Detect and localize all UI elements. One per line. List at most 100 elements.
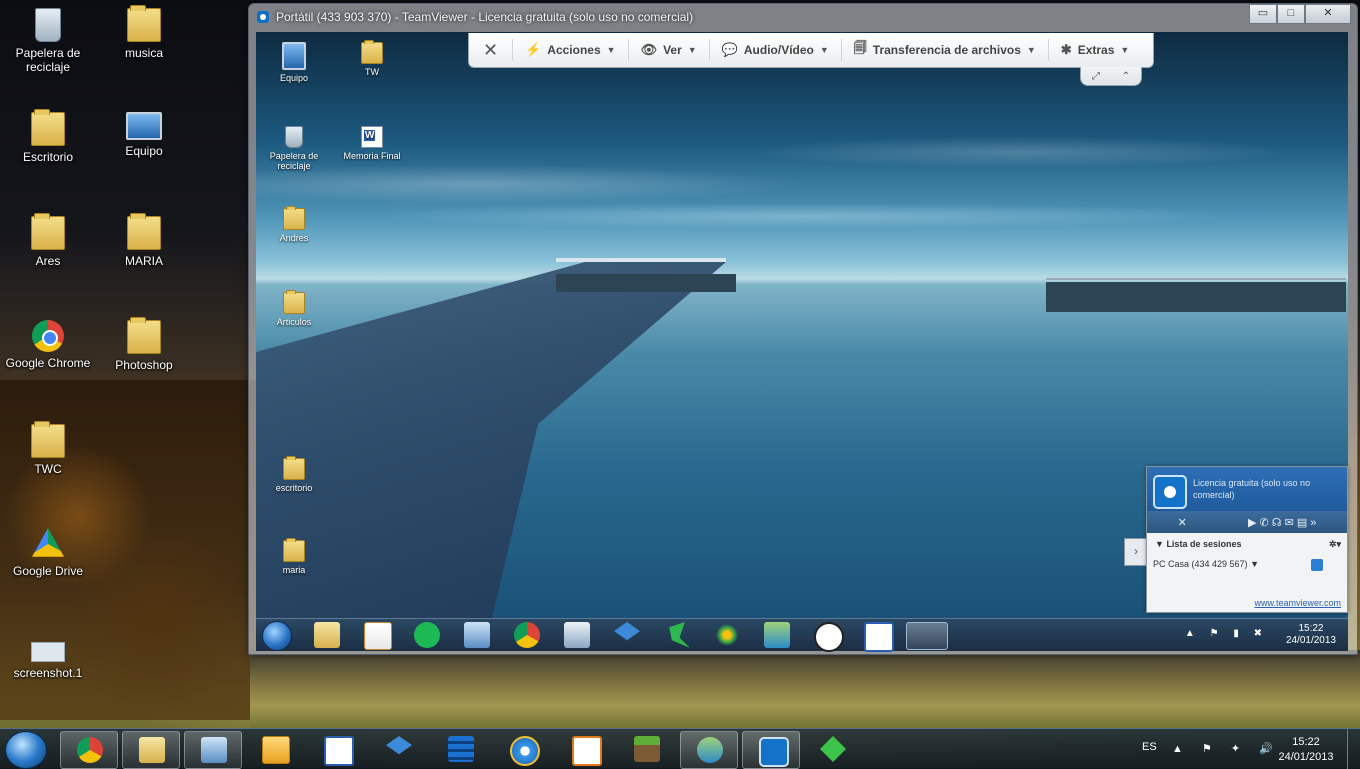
desktop-icon-google-chrome[interactable]: Google Chrome	[0, 320, 96, 370]
network-graph-icon[interactable]	[714, 622, 740, 648]
taskbar-media-player[interactable]	[556, 731, 612, 767]
window-titlebar[interactable]: Portátil (433 903 370) - TeamViewer - Li…	[249, 4, 1357, 30]
desktop-icon-photoshop[interactable]: Photoshop	[96, 317, 192, 372]
media-player-icon[interactable]	[364, 622, 392, 650]
chevron-down-icon: ▼	[1155, 539, 1164, 549]
panel-expand-button[interactable]: ›	[1124, 538, 1147, 566]
collapse-toolbar-icon[interactable]: ⌃	[1122, 71, 1130, 82]
spotify-icon[interactable]	[414, 622, 440, 648]
messenger-icon	[697, 737, 723, 763]
remote-icon-label: maria	[282, 565, 306, 575]
files-icon: 🗐	[853, 40, 867, 55]
show-desktop-button[interactable]	[1347, 729, 1360, 769]
remote-icon-label: Equipo	[279, 73, 309, 83]
remote-icon-maria[interactable]: maria	[258, 538, 330, 575]
close-window-button[interactable]: ✕	[1305, 4, 1351, 24]
taskbar-app-stack[interactable]	[432, 731, 488, 767]
menu-ver[interactable]: 👁 Ver ▼	[629, 39, 710, 61]
desktop-icon-twc[interactable]: TWC	[0, 421, 96, 476]
teamviewer-logo-icon	[1153, 475, 1187, 509]
system-tray-icons[interactable]: ▲ ⚑ ✦ 🔊	[1172, 742, 1281, 755]
fullscreen-icon[interactable]: ⤢	[1092, 71, 1100, 82]
cursor-icon[interactable]	[1310, 559, 1323, 571]
wallpaper-field	[250, 650, 1360, 730]
gear-icon[interactable]: ✲▾	[1329, 539, 1341, 550]
chevron-down-icon: ▼	[606, 45, 616, 55]
menu-transferencia-archivos[interactable]: 🗐 Transferencia de archivos ▼	[842, 39, 1049, 61]
desktop-icon-label: Google Drive	[12, 564, 84, 578]
remote-icon-tw[interactable]: TW	[336, 40, 408, 77]
remote-icon-articulos[interactable]: Articulos	[258, 290, 330, 327]
word-icon[interactable]	[864, 622, 894, 652]
remote-icon-andres[interactable]: Andres	[258, 206, 330, 243]
folder-icon	[283, 538, 305, 562]
language-indicator[interactable]: ES	[1142, 741, 1157, 753]
remote-icon-equipo[interactable]: Equipo	[258, 42, 330, 83]
panel-tools-icons[interactable]: ▶ ✆ ☊ ✉ ▤ »	[1248, 516, 1316, 529]
desktop-icon-equipo[interactable]: Equipo	[96, 112, 192, 158]
messenger-icon[interactable]	[764, 622, 790, 648]
network-icon[interactable]	[564, 622, 590, 648]
taskbar-dropbox[interactable]	[370, 731, 426, 767]
desktop-icon-google-drive[interactable]: Google Drive	[0, 528, 96, 578]
taskbar-word[interactable]	[308, 731, 364, 767]
folder-icon	[31, 213, 65, 250]
remote-icon-escritorio[interactable]: escritorio	[258, 456, 330, 493]
desktop-icon-musica[interactable]: musica	[96, 5, 192, 60]
remote-icon-label: escritorio	[275, 483, 313, 493]
desktop-icon-ares[interactable]: Ares	[0, 213, 96, 268]
close-session-button[interactable]: ✕	[469, 39, 514, 61]
minimize-button[interactable]: ▭	[1249, 4, 1277, 24]
start-button[interactable]	[5, 731, 47, 769]
stack-icon	[448, 736, 474, 762]
chevron-down-icon: ▼	[1026, 45, 1036, 55]
remote-desktop-icon[interactable]	[464, 622, 490, 648]
taskbar-remote-desktop[interactable]	[184, 731, 242, 769]
remote-start-button[interactable]	[262, 621, 292, 651]
menu-label: Ver	[663, 43, 682, 57]
desktop-icon-escritorio[interactable]: Escritorio	[0, 109, 96, 164]
desktop-icon-screenshot[interactable]: screenshot.1	[0, 632, 96, 680]
taskbar-messenger[interactable]	[680, 731, 738, 769]
taskbar-sims[interactable]	[804, 731, 860, 767]
chat-icon: 💬	[721, 42, 738, 57]
image-file-icon	[31, 642, 65, 662]
desktop-icon-recycle-bin[interactable]: Papelera de reciclaje	[0, 8, 96, 74]
remote-wallpaper-far-railing	[1046, 278, 1346, 280]
taskbar-teamviewer[interactable]	[742, 731, 800, 769]
remote-icon-recycle-bin[interactable]: Papelera de reciclaje	[258, 126, 330, 171]
chevron-down-icon: ▼	[687, 45, 697, 55]
chevron-down-icon: ▼	[819, 45, 829, 55]
taskbar-outlook[interactable]	[246, 731, 302, 767]
clock[interactable]: 15:22 24/01/2013	[1270, 735, 1342, 765]
close-panel-icon[interactable]: ✕	[1178, 516, 1187, 529]
menu-extras[interactable]: ✱ Extras ▼	[1049, 39, 1142, 61]
teamviewer-taskbar-icon[interactable]	[906, 622, 948, 650]
chrome-icon[interactable]	[514, 622, 540, 648]
euro-app-icon[interactable]	[814, 622, 844, 652]
taskbar-explorer[interactable]	[122, 731, 180, 769]
bird-icon[interactable]	[669, 622, 690, 648]
maximize-button[interactable]: □	[1277, 4, 1305, 24]
desktop-icon-label: screenshot.1	[13, 666, 83, 680]
desktop-icon-label: Google Chrome	[5, 356, 91, 370]
teamviewer-link[interactable]: www.teamviewer.com	[1254, 598, 1341, 608]
remote-tray-icons[interactable]: ▲ ⚑ ▮ ✖	[1185, 628, 1268, 639]
remote-icon-label: TW	[365, 67, 379, 77]
chrome-icon	[77, 737, 103, 763]
remote-icon-memoria-final[interactable]: Memoria Final	[336, 126, 408, 161]
remote-clock[interactable]: 15:22 24/01/2013	[1286, 623, 1336, 647]
dropbox-icon[interactable]	[614, 622, 640, 641]
taskbar-minecraft[interactable]	[618, 731, 674, 767]
desktop-icon-maria[interactable]: MARIA	[96, 213, 192, 268]
taskbar-chrome[interactable]	[60, 731, 118, 769]
taskbar-internet-explorer[interactable]	[494, 731, 550, 767]
sessions-header[interactable]: ▼ Lista de sesiones ✲▾	[1147, 533, 1347, 549]
menu-acciones[interactable]: ⚡ Acciones ▼	[513, 39, 629, 61]
word-document-icon	[361, 126, 383, 148]
menu-audio-video[interactable]: 💬 Audio/Vídeo ▼	[710, 39, 842, 61]
session-row[interactable]: PC Casa (434 429 567) ▼	[1147, 549, 1329, 571]
remote-wallpaper-railing	[556, 258, 726, 262]
explorer-icon[interactable]	[314, 622, 340, 648]
folder-icon	[361, 40, 383, 64]
